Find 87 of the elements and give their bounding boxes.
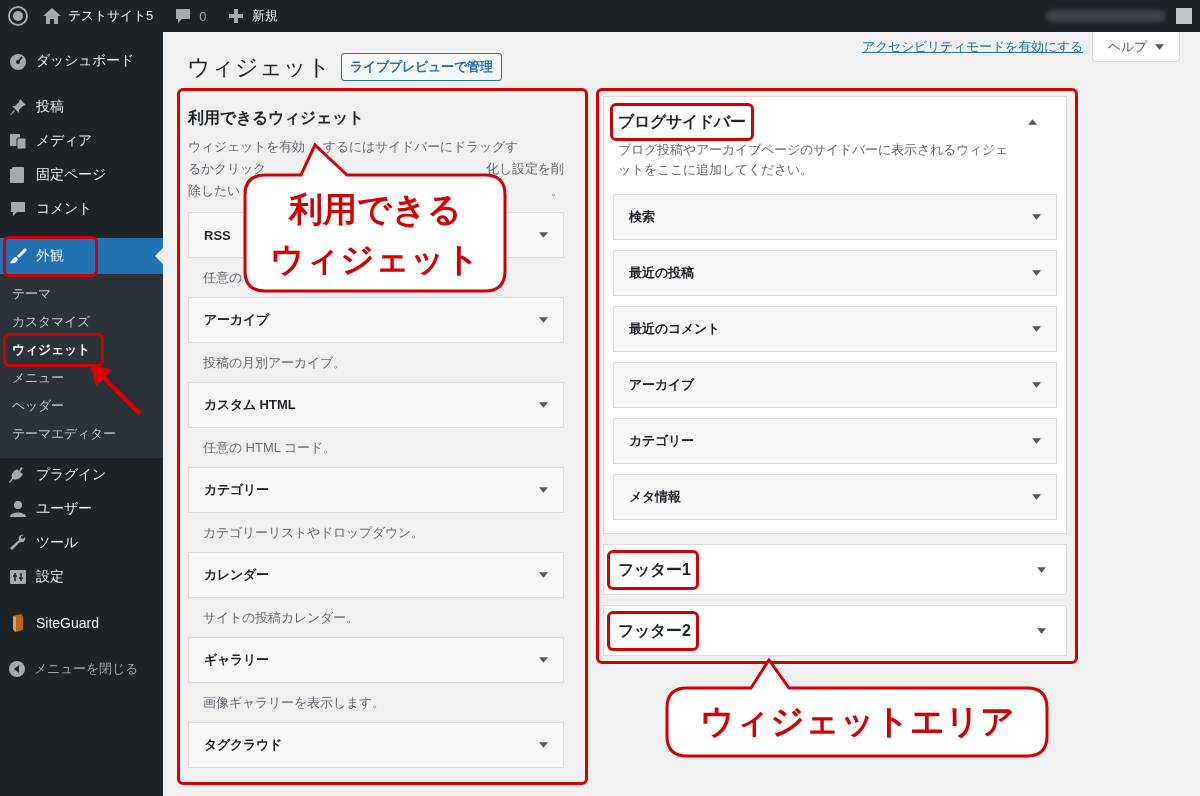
gauge-icon — [8, 51, 28, 71]
widget-area-description: ブログ投稿やアーカイブページのサイドバーに表示されるウィジェットをここに追加してください。 — [618, 141, 1009, 179]
description-text: するにはサイドバーにドラッグす — [323, 138, 518, 156]
site-name-link[interactable]: テストサイト5 — [32, 0, 164, 32]
logo-icon[interactable] — [8, 6, 28, 26]
page-title: ウィジェット — [187, 52, 331, 82]
caret-icon — [1032, 326, 1041, 332]
caret-icon — [1032, 214, 1041, 220]
widget-description: サイトの投稿カレンダー。 — [203, 608, 359, 627]
menu-item[interactable]: プラグイン — [0, 458, 163, 492]
widget-item[interactable]: メタ情報 — [613, 474, 1057, 520]
accessibility-mode-link[interactable]: アクセシビリティモードを有効にする — [862, 38, 1083, 56]
description-text: 。 — [551, 182, 564, 200]
collapse-menu-button[interactable]: メニューを閉じる — [0, 652, 163, 686]
description-text: ウィジェットを有効 — [188, 138, 305, 156]
sliders-icon — [8, 567, 28, 587]
menu-item[interactable]: ユーザー — [0, 492, 163, 526]
widget-description: 投稿の月別アーカイブ。 — [203, 353, 346, 372]
callout-text: ウィジェットエリア — [699, 701, 1015, 742]
menu-item[interactable]: 投稿 — [0, 90, 163, 124]
collapse-caret-icon — [1028, 119, 1037, 125]
caret-icon — [539, 487, 548, 493]
caret-icon — [1155, 43, 1164, 50]
caret-icon — [539, 317, 548, 323]
caret-icon — [539, 572, 548, 578]
caret-icon — [1032, 438, 1041, 444]
caret-icon — [539, 232, 548, 238]
widget-item[interactable]: ギャラリー — [188, 637, 564, 683]
caret-icon — [539, 742, 548, 748]
menu-item[interactable]: 外観 — [0, 238, 163, 274]
widget-item[interactable]: タグクラウド — [188, 722, 564, 768]
media-icon — [8, 131, 28, 151]
description-text: 化し設定を削 — [486, 160, 564, 178]
help-button[interactable]: ヘルプ — [1092, 32, 1180, 62]
comments-link[interactable]: 0 — [163, 0, 217, 32]
wrench-icon — [8, 533, 28, 553]
pushpin-icon — [8, 97, 28, 117]
widget-description: 任意の HTML コード。 — [203, 438, 337, 457]
description-text: 除したい — [188, 182, 240, 200]
caret-icon — [539, 402, 548, 408]
callout-text: 利用できる — [288, 189, 462, 230]
widget-item[interactable]: 検索 — [613, 194, 1057, 240]
menu-item[interactable]: メディア — [0, 124, 163, 158]
widget-description: カテゴリーリストやドロップダウン。 — [203, 523, 424, 542]
callout-text: ウィジェット — [270, 239, 480, 280]
caret-icon — [1032, 494, 1041, 500]
menu-item[interactable]: ダッシュボード — [0, 44, 163, 78]
expand-caret-icon — [1037, 566, 1046, 573]
collapse-icon — [8, 660, 26, 678]
description-text: るかクリック — [188, 160, 266, 178]
widget-description: 画像ギャラリーを表示します。 — [203, 693, 385, 712]
widget-item[interactable]: 最近のコメント — [613, 306, 1057, 352]
speech-bubble-icon — [8, 199, 28, 219]
caret-icon — [1032, 382, 1041, 388]
new-content-link[interactable]: 新規 — [216, 0, 289, 32]
caret-icon — [1032, 270, 1041, 276]
widget-area-title[interactable]: フッター2 — [618, 618, 691, 643]
caret-icon — [539, 657, 548, 663]
submenu-item[interactable]: メニュー — [12, 370, 64, 385]
submenu-item[interactable]: ヘッダー — [12, 398, 64, 413]
menu-item[interactable]: コメント — [0, 192, 163, 226]
submenu-item[interactable]: ウィジェット — [12, 342, 90, 357]
menu-item[interactable]: SiteGuard — [0, 606, 163, 640]
menu-item[interactable]: ツール — [0, 526, 163, 560]
widget-area-panel[interactable]: フッター1 — [603, 544, 1067, 595]
widget-item[interactable]: カテゴリー — [188, 467, 564, 513]
menu-item[interactable]: 固定ページ — [0, 158, 163, 192]
panel-heading: 利用できるウィジェット — [188, 108, 365, 128]
widget-area-panel[interactable]: フッター2 — [603, 605, 1067, 656]
widget-area-title[interactable]: フッター1 — [618, 557, 691, 582]
widget-area-title[interactable]: ブログサイドバー — [618, 110, 746, 134]
home-icon — [42, 6, 62, 26]
widget-item[interactable]: カレンダー — [188, 552, 564, 598]
submenu-item[interactable]: テーマ — [12, 286, 51, 301]
submenu-item[interactable]: テーマエディター — [12, 426, 116, 441]
widget-item[interactable]: アーカイブ — [188, 297, 564, 343]
paintbrush-icon — [8, 246, 28, 266]
widget-item[interactable]: アーカイブ — [613, 362, 1057, 408]
widget-description: 任意の — [203, 268, 242, 287]
submenu-item[interactable]: カスタマイズ — [12, 314, 90, 329]
live-preview-button[interactable]: ライブプレビューで管理 — [341, 53, 502, 81]
widget-item[interactable]: 最近の投稿 — [613, 250, 1057, 296]
menu-item[interactable]: 設定 — [0, 560, 163, 594]
expand-caret-icon — [1037, 627, 1046, 634]
widget-item[interactable]: カテゴリー — [613, 418, 1057, 464]
widget-item[interactable]: カスタム HTML — [188, 382, 564, 428]
user-icon — [8, 499, 28, 519]
